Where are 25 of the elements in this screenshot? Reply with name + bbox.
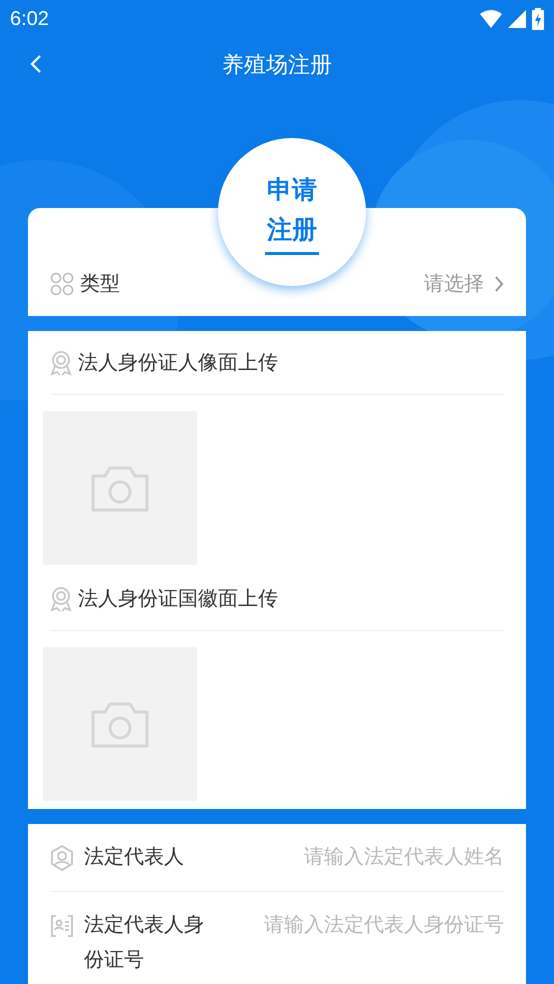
type-value: 请选择 <box>424 272 484 297</box>
grid-icon <box>50 272 74 296</box>
chevron-right-icon <box>494 275 504 293</box>
input-field[interactable]: 请输入法定代表人身份证号 <box>210 908 504 943</box>
badge-text: 注册 <box>267 214 317 246</box>
field-label: 法定代表人身份证号 <box>84 913 205 973</box>
badge-text: 申请 <box>267 174 317 206</box>
back-icon <box>30 54 42 74</box>
battery-icon <box>532 8 544 30</box>
signal-icon <box>508 10 526 28</box>
upload-label: 法人身份证人像面上传 <box>78 350 278 376</box>
field-label: 法定代表人 <box>84 845 185 870</box>
type-label: 类型 <box>80 272 120 297</box>
id-card-icon <box>50 914 74 938</box>
status-time: 6:02 <box>10 7 49 32</box>
input-field[interactable]: 请输入法定代表人姓名 <box>210 840 504 875</box>
type-selector[interactable]: 类型 请选择 <box>28 260 526 316</box>
medal-icon <box>50 586 72 612</box>
wifi-icon <box>480 10 502 28</box>
page-title: 养殖场注册 <box>222 50 332 78</box>
photo-upload-box[interactable] <box>43 647 197 801</box>
photo-upload-box[interactable] <box>43 411 197 565</box>
medal-icon <box>50 350 72 376</box>
person-icon <box>50 844 74 870</box>
upload-label: 法人身份证国徽面上传 <box>78 586 278 612</box>
